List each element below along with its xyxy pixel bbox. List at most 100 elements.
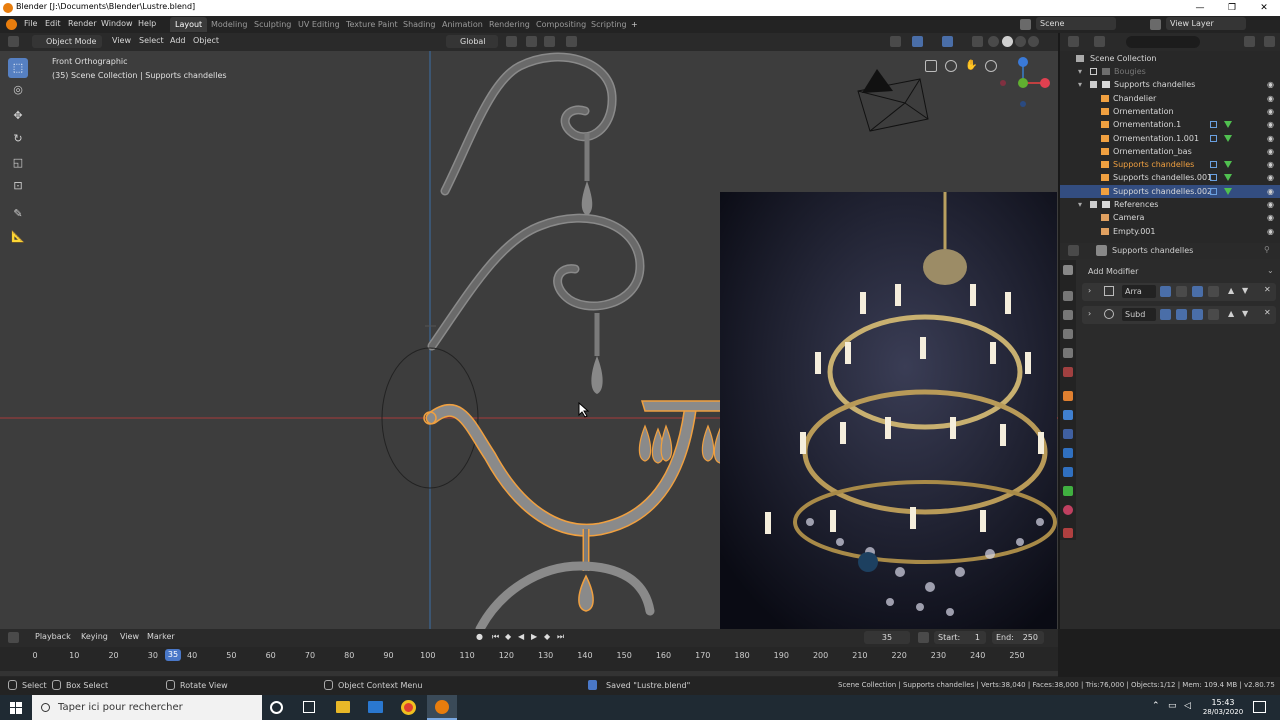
render-toggle-icon[interactable] bbox=[1192, 286, 1203, 297]
pan-hand-icon[interactable]: ✋ bbox=[965, 60, 977, 72]
solid-shading-icon[interactable] bbox=[1002, 36, 1013, 47]
menu-add[interactable]: Add bbox=[170, 36, 186, 45]
axis-gizmo[interactable] bbox=[995, 55, 1055, 115]
tab-rendering[interactable]: Rendering bbox=[484, 17, 535, 32]
realtime-toggle-icon[interactable] bbox=[1160, 286, 1171, 297]
visibility-eye-icon[interactable]: ◉ bbox=[1267, 198, 1274, 211]
outliner-item[interactable]: Supports chandelles ◉ bbox=[1060, 158, 1280, 171]
timeline-editor-icon[interactable] bbox=[8, 632, 19, 643]
annotate-tool[interactable]: ✎ bbox=[8, 204, 28, 224]
windows-start-icon[interactable] bbox=[10, 702, 22, 714]
tab-scripting[interactable]: Scripting bbox=[586, 17, 632, 32]
outliner-item[interactable]: Camera ◉ bbox=[1060, 211, 1280, 224]
expand-icon[interactable]: › bbox=[1088, 286, 1091, 295]
render-tab-icon[interactable] bbox=[1063, 291, 1073, 301]
file-explorer-icon[interactable] bbox=[336, 701, 350, 713]
texture-tab-icon[interactable] bbox=[1063, 528, 1073, 538]
modifier-array[interactable]: › Arra ▲ ▼ ✕ bbox=[1082, 283, 1276, 301]
jump-end-icon[interactable]: ⏭ bbox=[557, 632, 564, 642]
realtime-toggle-icon[interactable] bbox=[1160, 309, 1171, 320]
tab-modeling[interactable]: Modeling bbox=[206, 17, 252, 32]
particles-tab-icon[interactable] bbox=[1063, 429, 1073, 439]
prev-keyframe-icon[interactable]: ◆ bbox=[505, 632, 511, 641]
constraints-tab-icon[interactable] bbox=[1063, 467, 1073, 477]
rotate-tool[interactable]: ↻ bbox=[8, 129, 28, 149]
add-modifier-button[interactable]: Add Modifier bbox=[1088, 267, 1138, 276]
playhead[interactable]: 35 bbox=[165, 649, 181, 661]
proportional-edit-icon[interactable] bbox=[566, 36, 577, 47]
tab-texture-paint[interactable]: Texture Paint bbox=[341, 17, 403, 32]
view-layer-selector[interactable]: View Layer bbox=[1166, 17, 1246, 30]
move-up-icon[interactable]: ▲ bbox=[1228, 309, 1234, 318]
grid-icon[interactable] bbox=[925, 60, 937, 72]
snap-icon[interactable] bbox=[526, 36, 537, 47]
visibility-eye-icon[interactable]: ◉ bbox=[1267, 158, 1274, 171]
modifier-subdivision[interactable]: › Subd ▲ ▼ ✕ bbox=[1082, 306, 1276, 324]
menu-file[interactable]: File bbox=[24, 19, 37, 28]
modifier-name-field[interactable]: Subd bbox=[1122, 308, 1156, 321]
scale-tool[interactable]: ◱ bbox=[8, 153, 28, 173]
menu-render[interactable]: Render bbox=[68, 19, 96, 28]
network-icon[interactable]: ▭ bbox=[1168, 701, 1177, 711]
snap-target-icon[interactable] bbox=[544, 36, 555, 47]
collection-checkbox[interactable] bbox=[1090, 81, 1097, 89]
maximize-button[interactable]: ❐ bbox=[1216, 0, 1248, 16]
display-mode-icon[interactable] bbox=[1094, 36, 1105, 47]
move-down-icon[interactable]: ▼ bbox=[1242, 286, 1248, 295]
new-collection-icon[interactable] bbox=[1264, 36, 1275, 47]
outliner-editor-icon[interactable] bbox=[1068, 36, 1079, 47]
tool-tab-icon[interactable] bbox=[1063, 265, 1073, 275]
world-tab-icon[interactable] bbox=[1063, 367, 1073, 377]
jump-start-icon[interactable]: ⏮ bbox=[492, 632, 499, 642]
output-tab-icon[interactable] bbox=[1063, 310, 1073, 320]
expand-toggle-icon[interactable]: ▾ bbox=[1078, 198, 1082, 211]
menu-select[interactable]: Select bbox=[139, 36, 164, 45]
object-tab-icon[interactable] bbox=[1063, 391, 1073, 401]
outliner-item[interactable]: Supports chandelles.002 ◉ bbox=[1060, 184, 1280, 198]
outliner-item[interactable]: Ornementation_bas ◉ bbox=[1060, 145, 1280, 158]
menu-window[interactable]: Window bbox=[101, 19, 133, 28]
outliner-item[interactable]: Chandelier ◉ bbox=[1060, 92, 1280, 105]
tab-shading[interactable]: Shading bbox=[398, 17, 441, 32]
overlay-icon[interactable] bbox=[942, 36, 953, 47]
add-workspace-button[interactable]: + bbox=[626, 17, 643, 32]
expand-icon[interactable]: › bbox=[1088, 309, 1091, 318]
gizmo-icon[interactable] bbox=[912, 36, 923, 47]
visibility-eye-icon[interactable]: ◉ bbox=[1267, 171, 1274, 184]
properties-editor-icon[interactable] bbox=[1068, 245, 1079, 256]
tab-compositing[interactable]: Compositing bbox=[531, 17, 591, 32]
next-keyframe-icon[interactable]: ◆ bbox=[544, 632, 550, 641]
visibility-eye-icon[interactable]: ◉ bbox=[1267, 132, 1274, 145]
tab-animation[interactable]: Animation bbox=[437, 17, 488, 32]
record-button[interactable]: ● bbox=[476, 632, 483, 641]
pivot-icon[interactable] bbox=[506, 36, 517, 47]
outliner-item[interactable]: ▾ Bougies bbox=[1060, 65, 1280, 78]
visibility-eye-icon[interactable]: ◉ bbox=[1267, 92, 1274, 105]
collection-checkbox[interactable] bbox=[1090, 68, 1097, 75]
outliner-item[interactable]: Ornementation ◉ bbox=[1060, 105, 1280, 118]
tray-time[interactable]: 15:43 bbox=[1203, 698, 1243, 707]
xray-icon[interactable] bbox=[972, 36, 983, 47]
chrome-icon[interactable] bbox=[401, 700, 416, 715]
outliner-item[interactable]: Ornementation.1 ◉ bbox=[1060, 118, 1280, 131]
wireframe-shading-icon[interactable] bbox=[988, 36, 999, 47]
editor-type-icon[interactable] bbox=[8, 36, 19, 47]
menu-keying[interactable]: Keying bbox=[81, 632, 108, 641]
transform-tool[interactable]: ⊡ bbox=[8, 176, 28, 196]
move-down-icon[interactable]: ▼ bbox=[1242, 309, 1248, 318]
mode-selector[interactable]: Object Mode bbox=[32, 35, 102, 48]
outliner-search-input[interactable] bbox=[1126, 36, 1200, 48]
scene-selector[interactable]: Scene bbox=[1036, 17, 1116, 30]
filter-icon[interactable] bbox=[1244, 36, 1255, 47]
mail-icon[interactable] bbox=[368, 701, 383, 713]
transform-orientation-selector[interactable]: Global bbox=[446, 35, 498, 48]
scene-tab-icon[interactable] bbox=[1063, 348, 1073, 358]
visibility-eye-icon[interactable]: ◉ bbox=[1267, 185, 1274, 198]
tray-date[interactable]: 28/03/2020 bbox=[1199, 708, 1247, 716]
volume-icon[interactable]: ◁ bbox=[1184, 701, 1191, 711]
minimize-button[interactable]: — bbox=[1184, 0, 1216, 16]
measure-tool[interactable]: 📐 bbox=[8, 227, 28, 247]
modifier-tab-icon[interactable] bbox=[1063, 410, 1073, 420]
visibility-eye-icon[interactable]: ◉ bbox=[1267, 78, 1274, 91]
tab-uv-editing[interactable]: UV Editing bbox=[293, 17, 345, 32]
